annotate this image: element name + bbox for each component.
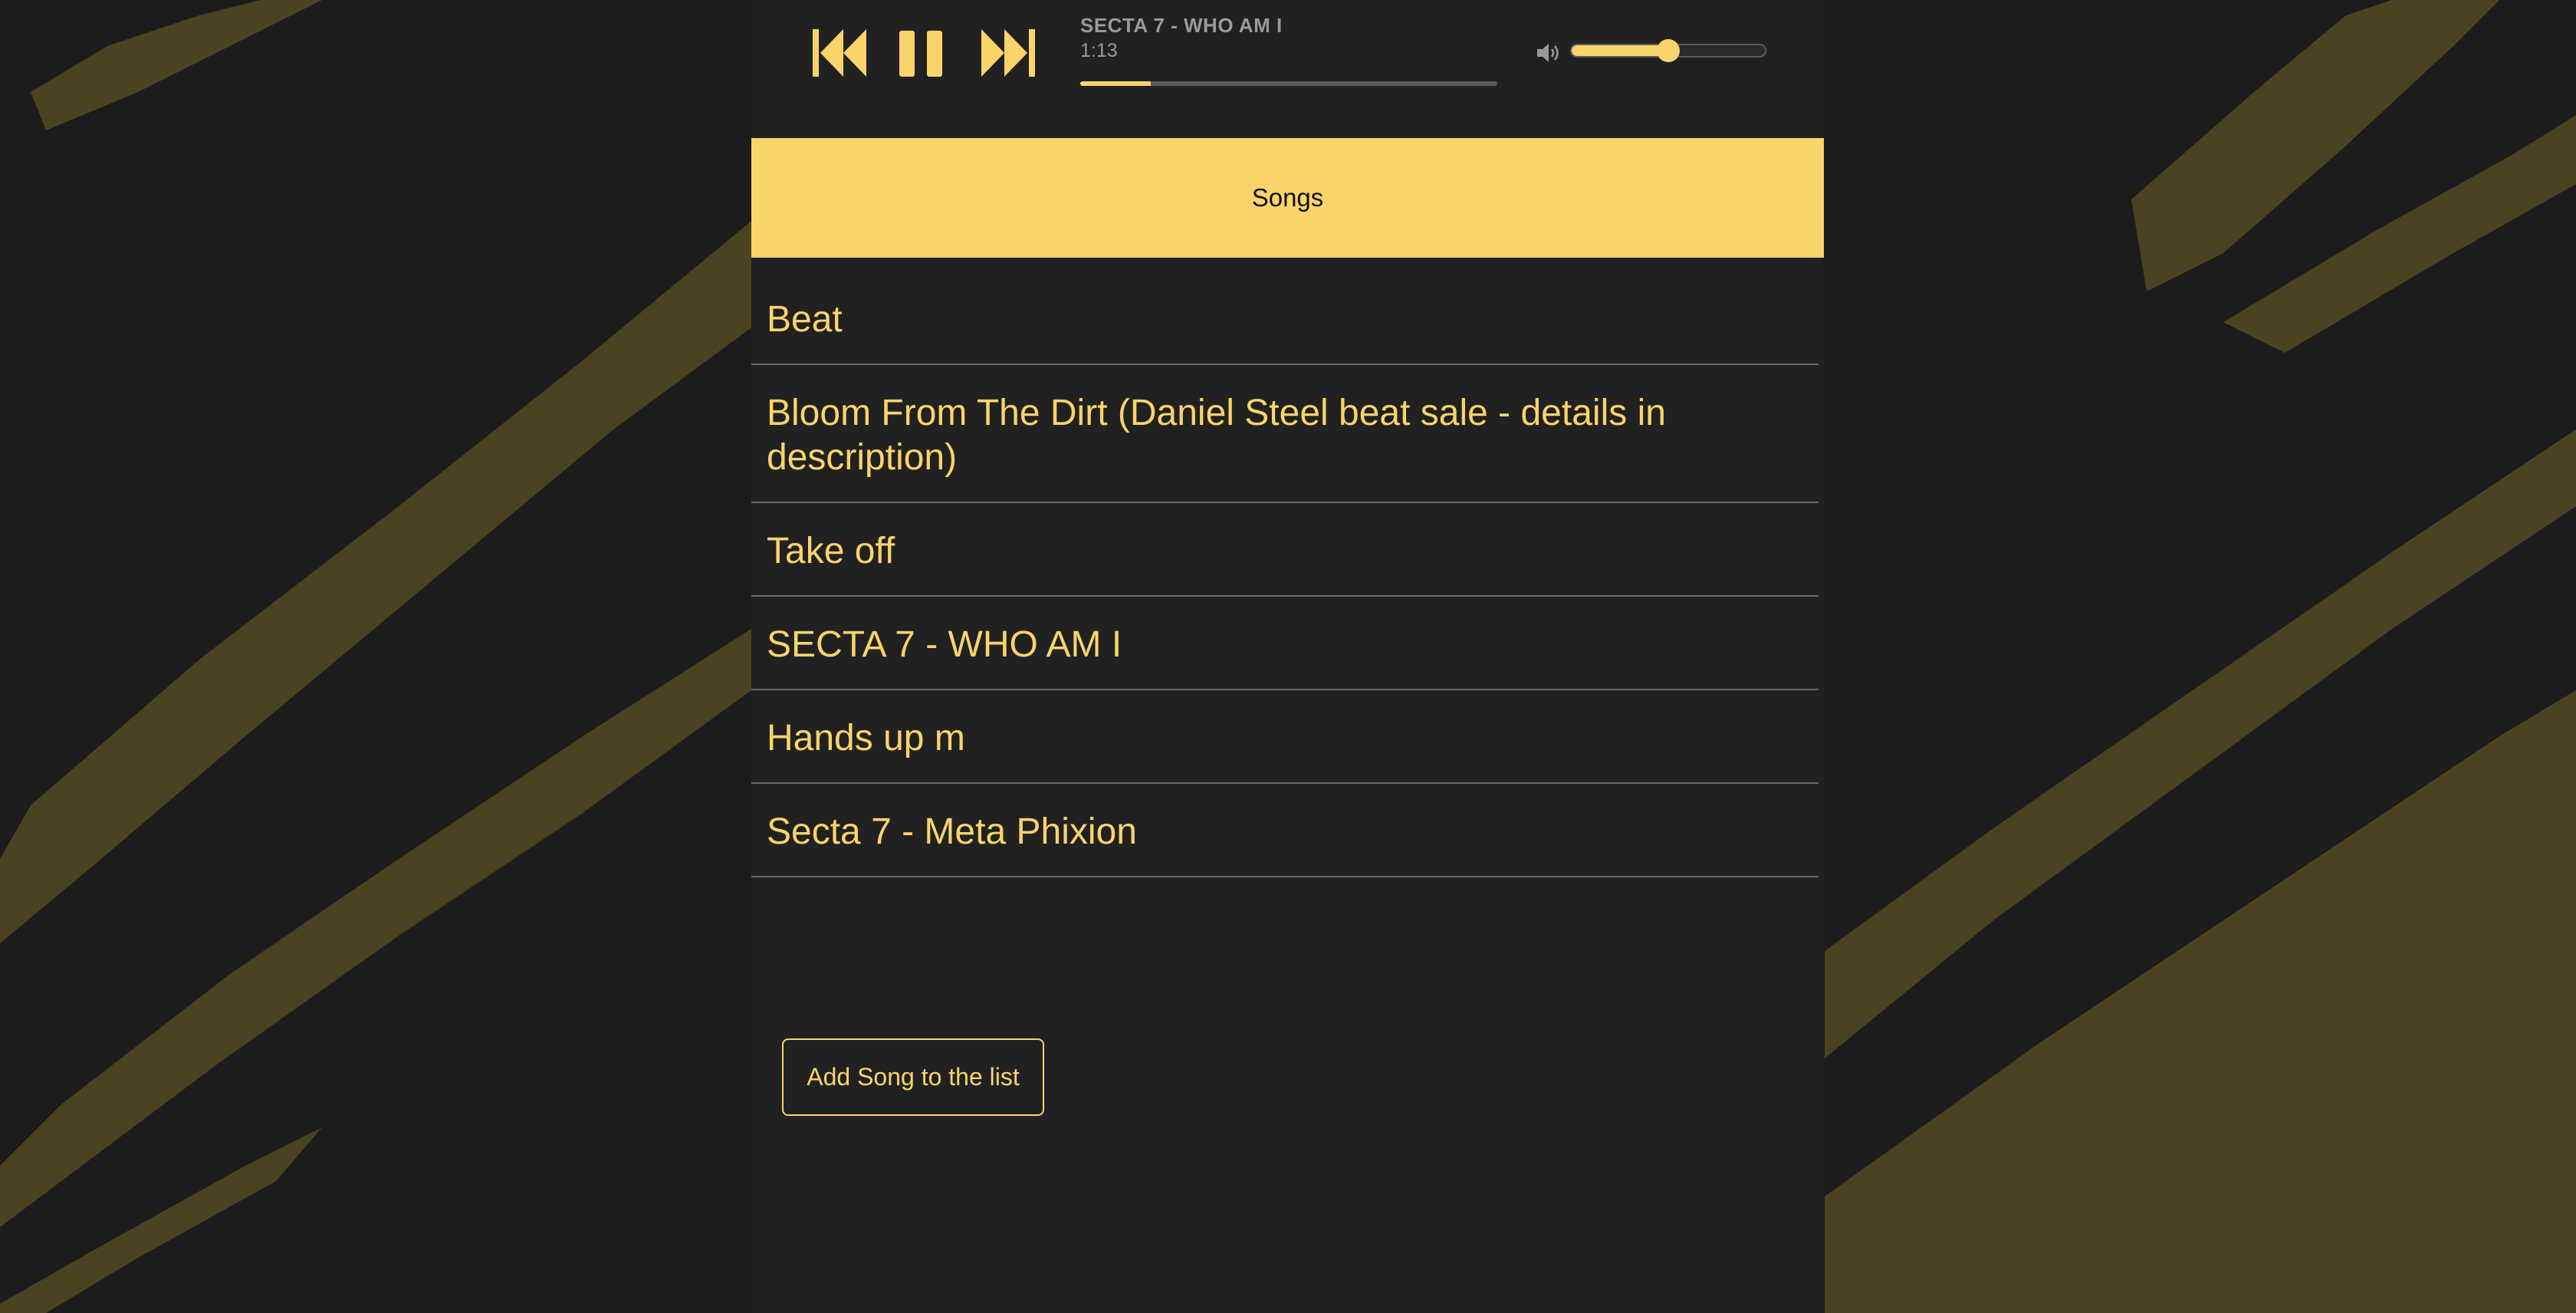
add-song-button[interactable]: Add Song to the list — [782, 1038, 1044, 1116]
songs-header-label: Songs — [1251, 183, 1324, 212]
songs-header: Songs — [751, 138, 1824, 258]
song-list-item[interactable]: Take off — [751, 503, 1819, 597]
song-list-item[interactable]: Beat — [751, 273, 1819, 365]
elapsed-time: 1:13 — [1080, 40, 1118, 61]
volume-slider[interactable] — [1570, 39, 1766, 62]
volume-fill — [1572, 45, 1668, 56]
next-track-button[interactable] — [980, 28, 1035, 78]
skip-previous-icon — [813, 29, 866, 77]
previous-track-button[interactable] — [813, 28, 868, 78]
now-playing-title: SECTA 7 - WHO AM I — [1080, 14, 1283, 37]
song-list-item[interactable]: SECTA 7 - WHO AM I — [751, 597, 1819, 690]
song-list: Beat Bloom From The Dirt (Daniel Steel b… — [751, 273, 1819, 877]
skip-next-icon — [981, 29, 1035, 77]
pause-button[interactable] — [899, 28, 944, 78]
playback-progress-fill — [1080, 81, 1152, 86]
song-list-item[interactable]: Bloom From The Dirt (Daniel Steel beat s… — [751, 365, 1819, 503]
music-player-panel: SECTA 7 - WHO AM I 1:13 Songs Beat Bloom… — [751, 0, 1824, 1313]
pause-icon — [899, 31, 942, 77]
volume-slider-thumb[interactable] — [1657, 39, 1680, 62]
player-controls-bar: SECTA 7 - WHO AM I 1:13 — [751, 0, 1824, 138]
speaker-icon — [1537, 44, 1559, 62]
playback-progress-bar[interactable] — [1080, 81, 1497, 86]
song-list-item[interactable]: Hands up m — [751, 690, 1819, 784]
song-list-item[interactable]: Secta 7 - Meta Phixion — [751, 784, 1819, 877]
